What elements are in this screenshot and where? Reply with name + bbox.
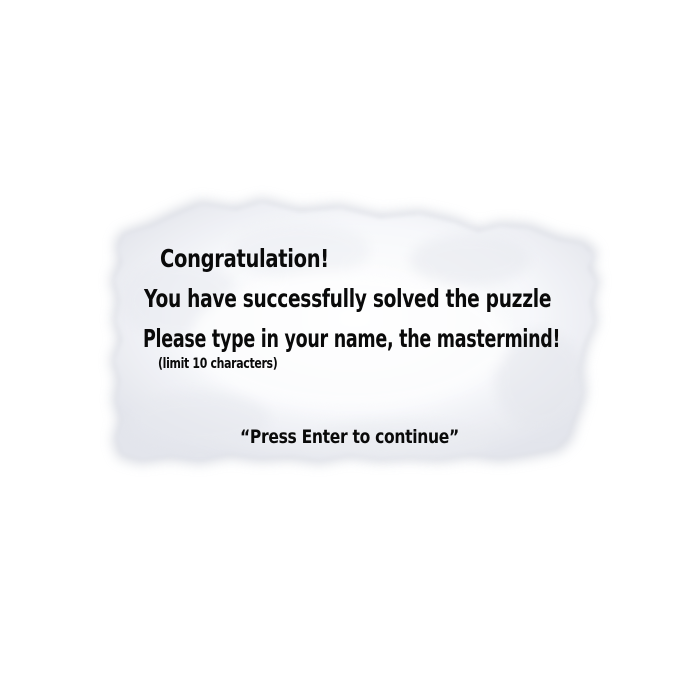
congratulation-title: Congratulation!	[160, 244, 329, 273]
game-scene: Congratulation! You have successfully so…	[0, 0, 700, 700]
continue-prompt[interactable]: “Press Enter to continue”	[240, 426, 459, 448]
success-message: You have successfully solved the puzzle	[144, 284, 552, 313]
name-entry-instruction: Please type in your name, the mastermind…	[143, 324, 561, 353]
character-limit-note: (limit 10 characters)	[158, 356, 278, 372]
